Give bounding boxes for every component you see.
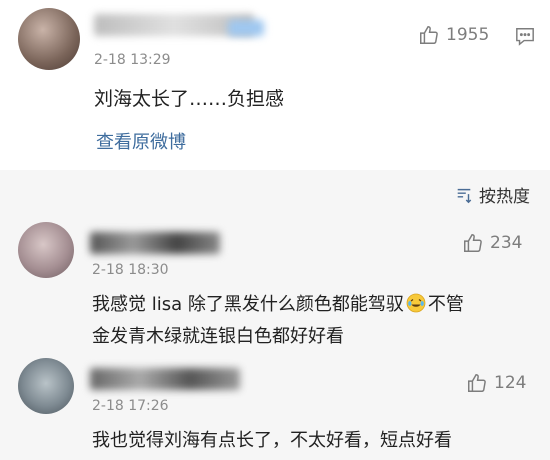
comment-text-line-1: 我也觉得刘海有点长了，不太好看，短点好看 bbox=[92, 430, 452, 451]
blurred-username[interactable] bbox=[90, 368, 240, 390]
like-count: 234 bbox=[490, 233, 523, 253]
main-comment: 2-18 13:29 1955 刘海太长了……负担感 查看原微博 bbox=[0, 0, 550, 170]
laughing-crying-emoji-icon bbox=[406, 293, 426, 313]
sort-by-hot-button[interactable]: 按热度 bbox=[455, 182, 530, 207]
avatar[interactable] bbox=[18, 222, 74, 278]
sort-icon bbox=[457, 188, 472, 203]
comment-time: 2-18 18:30 bbox=[92, 262, 169, 278]
comment-text-line-1: 我感觉 lisa 除了黑发什么颜色都能驾驭 不管 bbox=[92, 290, 464, 316]
blurred-badge bbox=[228, 20, 264, 36]
like-count: 124 bbox=[494, 373, 527, 393]
comment-text-part-a: 我感觉 lisa 除了黑发什么颜色都能驾驭 bbox=[92, 294, 404, 315]
avatar[interactable] bbox=[18, 358, 74, 414]
thumbs-up-icon bbox=[420, 26, 438, 44]
comment-time: 2-18 13:29 bbox=[94, 52, 171, 68]
like-button[interactable]: 124 bbox=[466, 372, 526, 394]
comment-icon[interactable] bbox=[514, 26, 536, 46]
avatar[interactable] bbox=[18, 8, 80, 70]
thumbs-up-icon bbox=[468, 374, 486, 392]
comment-text-line-2: 金发青木绿就连银白色都好好看 bbox=[92, 326, 344, 347]
comment-text-part-b: 不管 bbox=[427, 294, 464, 315]
comment-time: 2-18 17:26 bbox=[92, 398, 169, 414]
like-count: 1955 bbox=[446, 25, 490, 45]
thumbs-up-icon bbox=[464, 234, 482, 252]
like-button[interactable]: 1955 bbox=[418, 24, 489, 46]
like-button[interactable]: 234 bbox=[462, 232, 522, 254]
comment-text: 刘海太长了……负担感 bbox=[94, 88, 285, 110]
blurred-username[interactable] bbox=[90, 232, 220, 254]
view-original-link[interactable]: 查看原微博 bbox=[96, 128, 186, 154]
sort-label: 按热度 bbox=[479, 187, 530, 207]
